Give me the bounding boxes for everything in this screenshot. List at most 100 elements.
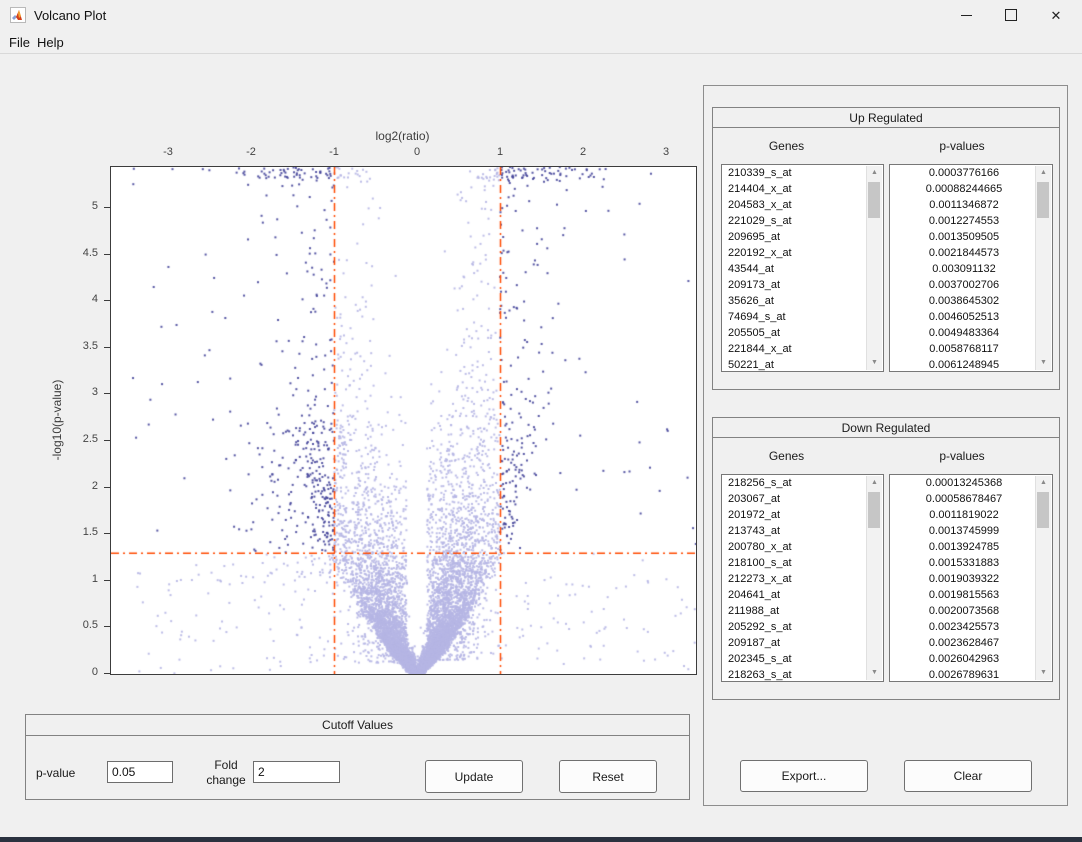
scroll-thumb[interactable] xyxy=(868,182,880,218)
pvalue-item[interactable]: 0.0013509505 xyxy=(890,229,1052,245)
y-tick-label: 1 xyxy=(60,573,98,585)
gene-item[interactable]: 212273_x_at xyxy=(722,571,883,587)
clear-button[interactable]: Clear xyxy=(904,760,1032,792)
gene-item[interactable]: 209187_at xyxy=(722,635,883,651)
scroll-up-icon[interactable]: ▲ xyxy=(867,476,882,490)
fold-change-input[interactable] xyxy=(253,761,340,783)
scroll-up-icon[interactable]: ▲ xyxy=(1036,476,1051,490)
scroll-down-icon[interactable]: ▼ xyxy=(867,356,882,370)
pvalue-item[interactable]: 0.003091132 xyxy=(890,261,1052,277)
pvalue-item[interactable]: 0.0003776166 xyxy=(890,165,1052,181)
y-tick-label: 3.5 xyxy=(60,340,98,352)
update-button[interactable]: Update xyxy=(425,760,523,793)
gene-item[interactable]: 209173_at xyxy=(722,277,883,293)
gene-item[interactable]: 220192_x_at xyxy=(722,245,883,261)
gene-item[interactable]: 218263_s_at xyxy=(722,667,883,682)
down-pvalues-listbox[interactable]: ▲ ▼ 0.000132453680.000586784670.00118190… xyxy=(889,474,1053,682)
up-pvalues-scrollbar[interactable]: ▲ ▼ xyxy=(1035,166,1051,370)
gene-item[interactable]: 221029_s_at xyxy=(722,213,883,229)
gene-item[interactable]: 213743_at xyxy=(722,523,883,539)
gene-item[interactable]: 74694_s_at xyxy=(722,309,883,325)
pvalue-item[interactable]: 0.0020073568 xyxy=(890,603,1052,619)
menu-help[interactable]: Help xyxy=(33,33,68,52)
pvalue-item[interactable]: 0.0061248945 xyxy=(890,357,1052,372)
gene-item[interactable]: 205292_s_at xyxy=(722,619,883,635)
title-bar: Volcano Plot ✕ xyxy=(0,0,1082,30)
pvalue-input[interactable] xyxy=(107,761,173,783)
gene-item[interactable]: 43544_at xyxy=(722,261,883,277)
y-tick-label: 2 xyxy=(60,480,98,492)
scroll-up-icon[interactable]: ▲ xyxy=(1036,166,1051,180)
y-tick-label: 2.5 xyxy=(60,433,98,445)
pvalue-item[interactable]: 0.0023628467 xyxy=(890,635,1052,651)
pvalue-item[interactable]: 0.0026789631 xyxy=(890,667,1052,682)
volcano-scatter-canvas[interactable] xyxy=(111,167,696,674)
x-tick-label: 3 xyxy=(651,146,681,158)
pvalue-item[interactable]: 0.00088244665 xyxy=(890,181,1052,197)
down-genes-listbox[interactable]: ▲ ▼ 218256_s_at203067_at201972_at213743_… xyxy=(721,474,884,682)
gene-item[interactable]: 205505_at xyxy=(722,325,883,341)
scroll-up-icon[interactable]: ▲ xyxy=(867,166,882,180)
gene-item[interactable]: 201972_at xyxy=(722,507,883,523)
gene-item[interactable]: 35626_at xyxy=(722,293,883,309)
pvalue-item[interactable]: 0.0013924785 xyxy=(890,539,1052,555)
scroll-thumb[interactable] xyxy=(1037,492,1049,528)
pvalue-item[interactable]: 0.0038645302 xyxy=(890,293,1052,309)
pvalue-item[interactable]: 0.00013245368 xyxy=(890,475,1052,491)
window-bottom-edge xyxy=(0,837,1082,842)
gene-item[interactable]: 214404_x_at xyxy=(722,181,883,197)
up-genes-header: Genes xyxy=(721,139,852,153)
close-icon: ✕ xyxy=(1051,9,1062,22)
pvalue-label: p-value xyxy=(36,766,75,780)
gene-item[interactable]: 221844_x_at xyxy=(722,341,883,357)
pvalue-item[interactable]: 0.00058678467 xyxy=(890,491,1052,507)
pvalue-item[interactable]: 0.0049483364 xyxy=(890,325,1052,341)
down-regulated-header: Down Regulated xyxy=(712,417,1060,438)
gene-item[interactable]: 202345_s_at xyxy=(722,651,883,667)
pvalue-item[interactable]: 0.0058768117 xyxy=(890,341,1052,357)
gene-item[interactable]: 204641_at xyxy=(722,587,883,603)
scroll-down-icon[interactable]: ▼ xyxy=(1036,356,1051,370)
close-button[interactable]: ✕ xyxy=(1039,0,1073,30)
gene-item[interactable]: 218256_s_at xyxy=(722,475,883,491)
scroll-thumb[interactable] xyxy=(1037,182,1049,218)
pvalue-item[interactable]: 0.0019815563 xyxy=(890,587,1052,603)
pvalue-item[interactable]: 0.0011819022 xyxy=(890,507,1052,523)
app-window: Volcano Plot ✕ File Help log2(ratio) -lo… xyxy=(0,0,1082,842)
pvalue-item[interactable]: 0.0021844573 xyxy=(890,245,1052,261)
pvalue-item[interactable]: 0.0015331883 xyxy=(890,555,1052,571)
down-genes-scrollbar[interactable]: ▲ ▼ xyxy=(866,476,882,680)
y-tick-label: 0 xyxy=(60,666,98,678)
minimize-button[interactable] xyxy=(949,0,983,30)
scroll-down-icon[interactable]: ▼ xyxy=(867,666,882,680)
pvalue-item[interactable]: 0.0037002706 xyxy=(890,277,1052,293)
up-pvalues-listbox[interactable]: ▲ ▼ 0.00037761660.000882446650.001134687… xyxy=(889,164,1053,372)
pvalue-item[interactable]: 0.0012274553 xyxy=(890,213,1052,229)
gene-item[interactable]: 204583_x_at xyxy=(722,197,883,213)
gene-item[interactable]: 203067_at xyxy=(722,491,883,507)
up-genes-listbox[interactable]: ▲ ▼ 210339_s_at214404_x_at204583_x_at221… xyxy=(721,164,884,372)
gene-item[interactable]: 209695_at xyxy=(722,229,883,245)
export-button[interactable]: Export... xyxy=(740,760,868,792)
pvalue-item[interactable]: 0.0046052513 xyxy=(890,309,1052,325)
up-regulated-header: Up Regulated xyxy=(712,107,1060,128)
menu-file[interactable]: File xyxy=(5,33,34,52)
gene-item[interactable]: 200780_x_at xyxy=(722,539,883,555)
down-pvalues-scrollbar[interactable]: ▲ ▼ xyxy=(1035,476,1051,680)
gene-item[interactable]: 211988_at xyxy=(722,603,883,619)
scroll-thumb[interactable] xyxy=(868,492,880,528)
menu-bar: File Help xyxy=(0,30,1082,54)
matlab-icon xyxy=(10,7,26,23)
pvalue-item[interactable]: 0.0023425573 xyxy=(890,619,1052,635)
gene-item[interactable]: 218100_s_at xyxy=(722,555,883,571)
scroll-down-icon[interactable]: ▼ xyxy=(1036,666,1051,680)
pvalue-item[interactable]: 0.0026042963 xyxy=(890,651,1052,667)
pvalue-item[interactable]: 0.0019039322 xyxy=(890,571,1052,587)
pvalue-item[interactable]: 0.0011346872 xyxy=(890,197,1052,213)
pvalue-item[interactable]: 0.0013745999 xyxy=(890,523,1052,539)
gene-item[interactable]: 210339_s_at xyxy=(722,165,883,181)
up-genes-scrollbar[interactable]: ▲ ▼ xyxy=(866,166,882,370)
reset-button[interactable]: Reset xyxy=(559,760,657,793)
maximize-button[interactable] xyxy=(994,0,1028,30)
gene-item[interactable]: 50221_at xyxy=(722,357,883,372)
